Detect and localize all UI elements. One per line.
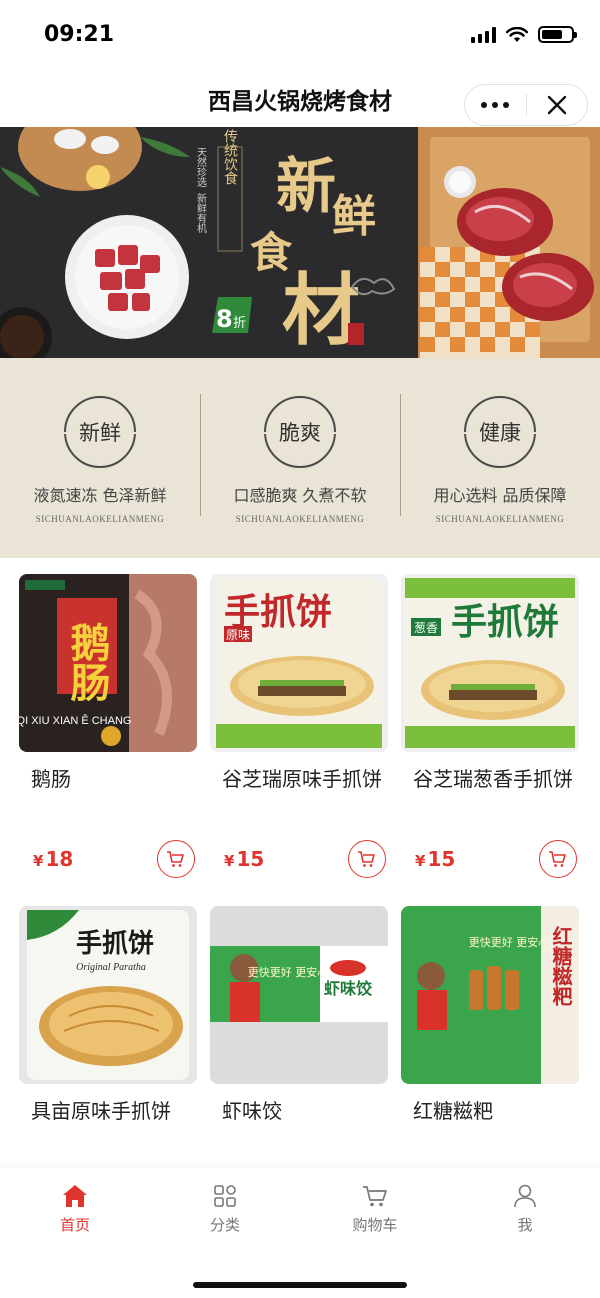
add-to-cart-button[interactable]	[539, 840, 577, 878]
cart-icon	[549, 851, 566, 867]
feature-sub: SICHUANLAOKELIANMENG	[35, 514, 165, 524]
product-name: 鹅肠	[31, 767, 71, 791]
cart-icon	[363, 1186, 387, 1207]
product-card[interactable]: 手抓饼 Original Paratha 具亩原味手抓饼 ¥15	[19, 906, 197, 1168]
product-image[interactable]: 更快更好 更安心 虾味饺	[210, 906, 388, 1084]
package-sub: Original Paratha	[76, 962, 146, 973]
add-to-cart-button[interactable]	[157, 840, 195, 878]
tab-label: 首页	[59, 1216, 90, 1234]
feature-desc: 用心选料 品质保障	[433, 486, 567, 505]
cart-icon	[167, 851, 184, 867]
feature-sub: SICHUANLAOKELIANMENG	[235, 514, 365, 524]
tab-label: 我	[517, 1216, 533, 1234]
product-card[interactable]: 更快更好 更安心 虾味饺 虾味饺 ¥5	[210, 906, 388, 1168]
package-tag: 葱香	[414, 621, 438, 635]
product-price: ¥15	[415, 847, 456, 871]
home-icon	[63, 1185, 87, 1207]
product-name: 谷芝瑞原味手抓饼	[222, 767, 382, 791]
banner-headline-1: 新	[276, 152, 336, 222]
mini-program-capsule	[464, 84, 588, 126]
tab-home[interactable]: 首页	[0, 1168, 150, 1248]
product-image[interactable]: 更快更好 更安心 红糖糍粑	[401, 906, 579, 1084]
pancake-package-plain-icon: 手抓饼 Original Paratha	[19, 906, 197, 1084]
close-button[interactable]	[527, 85, 588, 125]
close-icon	[547, 95, 566, 115]
tab-label: 购物车	[352, 1216, 398, 1234]
more-icon	[481, 102, 510, 108]
package-label: 鹅肠	[64, 622, 111, 703]
product-name: 虾味饺	[222, 1099, 282, 1123]
goose-intestine-package-icon: 鹅肠 QI XIU XIAN Ê CHANG	[19, 574, 197, 752]
product-image[interactable]: 手抓饼 Original Paratha	[19, 906, 197, 1084]
product-image[interactable]: 手抓饼 原味	[210, 574, 388, 752]
package-label: 虾味饺	[324, 979, 373, 998]
feature-seal: 健康	[460, 396, 540, 468]
banner-badge-unit: 折	[233, 316, 246, 331]
feature-strip: 新鲜 液氮速冻 色泽新鲜 SICHUANLAOKELIANMENG 脆爽 口感脆…	[0, 358, 600, 558]
feature-seal: 脆爽	[260, 396, 340, 468]
product-card[interactable]: 手抓饼 原味 谷芝瑞原味手抓饼 ¥15	[210, 574, 388, 906]
product-name: 谷芝瑞葱香手抓饼	[413, 767, 573, 791]
wifi-icon	[506, 26, 528, 42]
feature-sub: SICHUANLAOKELIANMENG	[435, 514, 565, 524]
package-label: 手抓饼	[76, 929, 154, 959]
feature-seal: 新鲜	[60, 396, 140, 468]
status-time: 09:21	[44, 22, 115, 47]
add-to-cart-button[interactable]	[348, 840, 386, 878]
tab-category[interactable]: 分类	[150, 1168, 300, 1248]
product-footer: ¥15	[210, 839, 388, 879]
tab-profile[interactable]: 我	[450, 1168, 600, 1248]
tab-cart[interactable]: 购物车	[300, 1168, 450, 1248]
product-card[interactable]: 鹅肠 QI XIU XIAN Ê CHANG 鹅肠 ¥18	[19, 574, 197, 906]
shrimp-dumpling-package-icon: 更快更好 更安心 虾味饺	[210, 906, 388, 1084]
more-button[interactable]	[465, 85, 526, 125]
user-icon	[514, 1184, 536, 1208]
nav-bar: 西昌火锅烧烤食材	[0, 70, 600, 126]
product-image[interactable]: 手抓饼 葱香	[401, 574, 579, 752]
pancake-package-scallion-icon: 手抓饼 葱香	[401, 574, 579, 752]
product-footer: ¥18	[19, 839, 197, 879]
banner-tag-2: 天然珍选	[195, 147, 207, 188]
cart-icon	[358, 851, 375, 867]
package-slogan: 更快更好 更安心	[248, 965, 329, 979]
banner-artwork: 传统饮食 天然珍选 新鲜有机 新 鲜 食 材 8 折	[0, 127, 600, 358]
product-card[interactable]: 手抓饼 葱香 谷芝瑞葱香手抓饼 ¥15	[401, 574, 579, 906]
package-label: 红糖糍粑	[549, 925, 573, 1007]
package-sub: QI XIU XIAN Ê CHANG	[19, 714, 131, 727]
product-name: 具亩原味手抓饼	[31, 1099, 171, 1123]
package-slogan: 更快更好 更安心	[469, 935, 550, 949]
feature-desc: 口感脆爽 久煮不软	[233, 486, 367, 505]
battery-level	[542, 30, 562, 39]
feature-healthy: 健康 用心选料 品质保障 SICHUANLAOKELIANMENG	[400, 358, 600, 558]
banner-tag-1: 传统饮食	[222, 129, 238, 185]
signal-icon	[471, 26, 496, 43]
tab-bar: 首页 分类 购物车 我	[0, 1168, 600, 1298]
status-bar: 09:21	[0, 0, 600, 70]
banner-badge-number: 8	[216, 305, 233, 333]
brown-sugar-cake-package-icon: 更快更好 更安心 红糖糍粑	[401, 906, 579, 1084]
product-card[interactable]: 更快更好 更安心 红糖糍粑 红糖糍粑 ¥8	[401, 906, 579, 1168]
package-tag: 原味	[226, 628, 250, 642]
pancake-package-original-icon: 手抓饼 原味	[210, 574, 388, 752]
tab-label: 分类	[209, 1216, 240, 1234]
product-name: 红糖糍粑	[413, 1099, 493, 1123]
status-icons	[471, 26, 577, 43]
promo-banner[interactable]: 传统饮食 天然珍选 新鲜有机 新 鲜 食 材 8 折	[0, 127, 600, 358]
grid-icon	[214, 1185, 236, 1207]
banner-tag-3: 新鲜有机	[195, 192, 207, 234]
product-price: ¥15	[224, 847, 265, 871]
product-footer: ¥15	[401, 839, 579, 879]
product-price: ¥18	[33, 847, 74, 871]
package-label: 手抓饼	[451, 601, 559, 643]
product-grid: 鹅肠 QI XIU XIAN Ê CHANG 鹅肠 ¥18 手抓饼 原味 谷芝瑞…	[0, 558, 600, 1168]
battery-icon	[538, 26, 577, 43]
banner-headline-2: 鲜	[332, 191, 376, 242]
feature-desc: 液氮速冻 色泽新鲜	[33, 486, 167, 505]
feature-fresh: 新鲜 液氮速冻 色泽新鲜 SICHUANLAOKELIANMENG	[0, 358, 200, 558]
feature-crisp: 脆爽 口感脆爽 久煮不软 SICHUANLAOKELIANMENG	[200, 358, 400, 558]
home-indicator	[193, 1282, 407, 1288]
product-image[interactable]: 鹅肠 QI XIU XIAN Ê CHANG	[19, 574, 197, 752]
